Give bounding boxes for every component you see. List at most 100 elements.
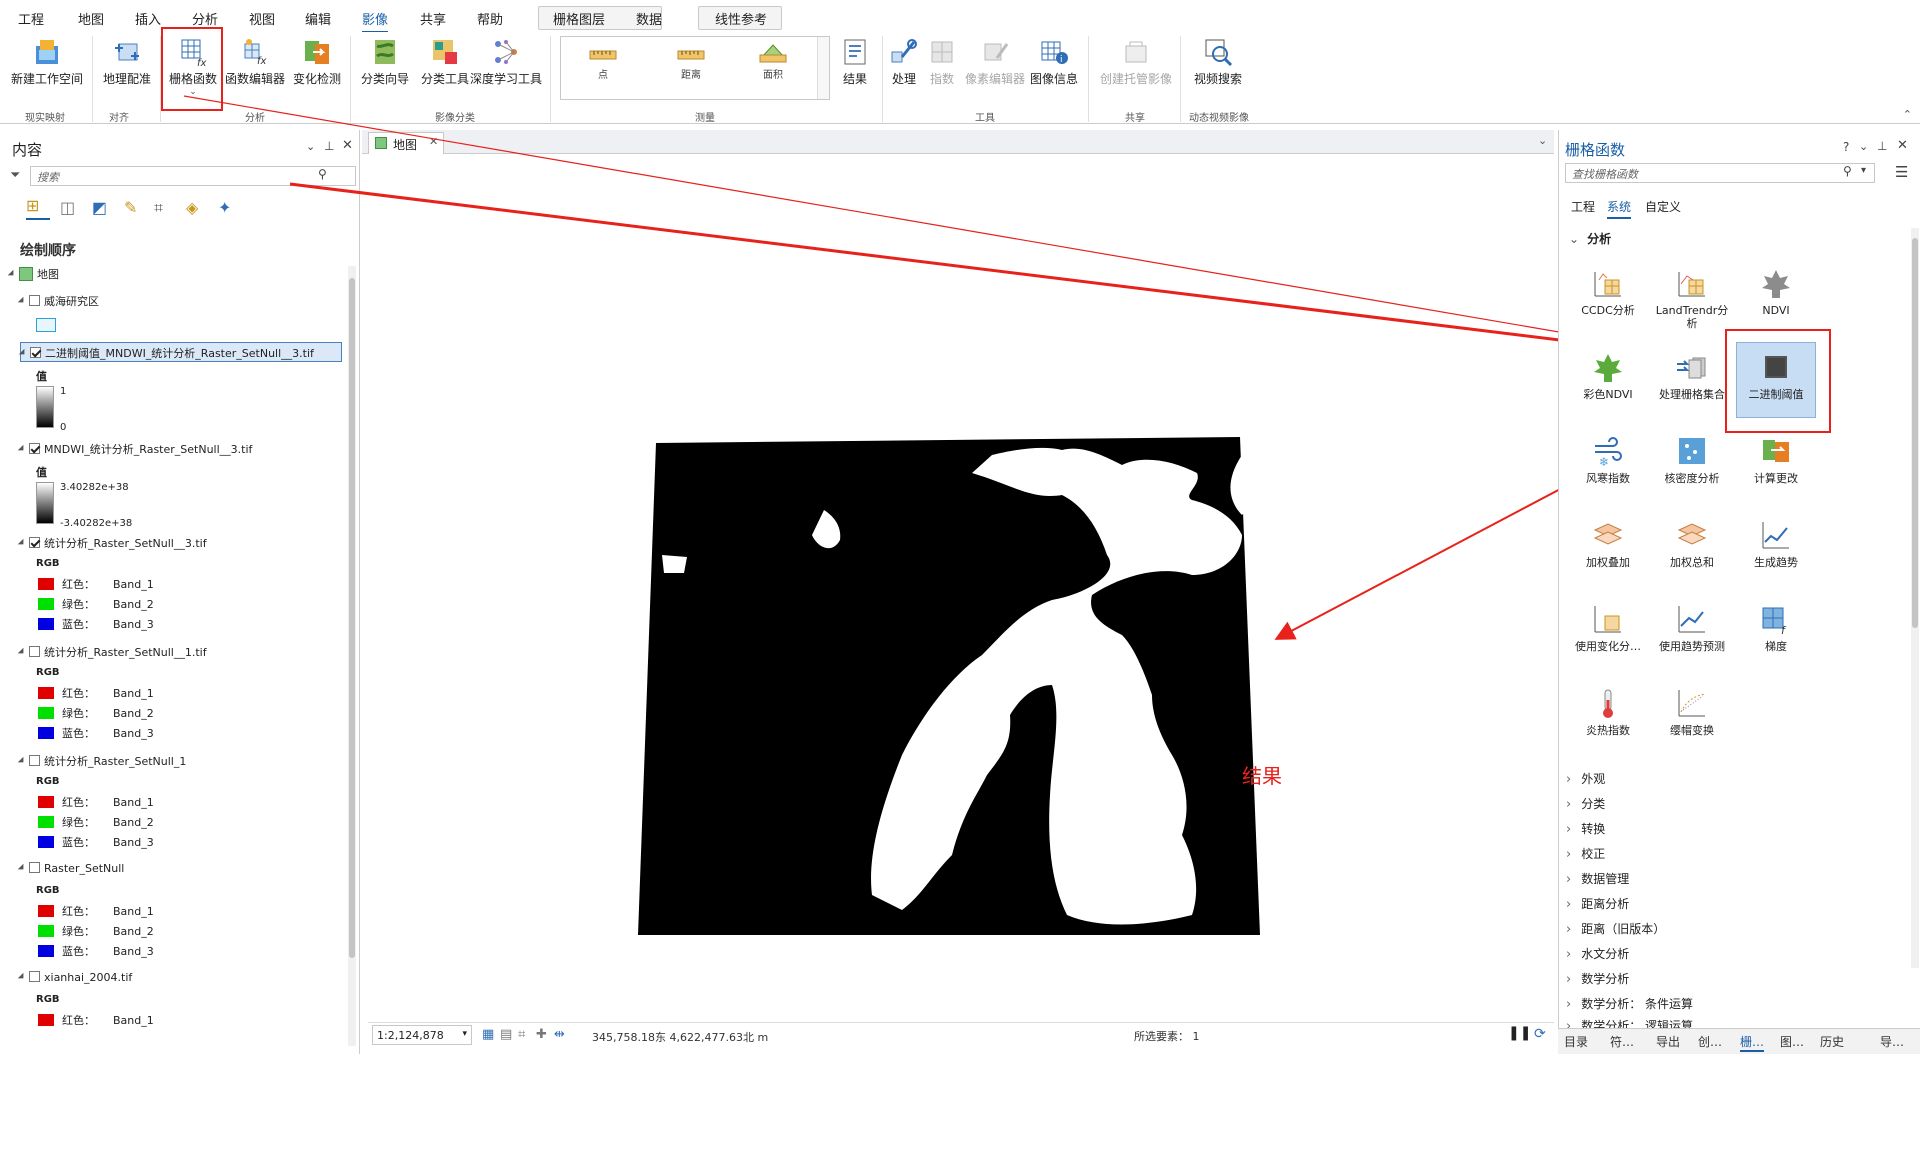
pin-icon[interactable]: ⊥ bbox=[324, 139, 334, 153]
layer-visibility-checkbox[interactable] bbox=[29, 646, 40, 657]
function-landtrendr[interactable]: LandTrendr分析 bbox=[1652, 266, 1732, 330]
gallery-area[interactable]: 面积 bbox=[743, 43, 803, 81]
category-distance-analysis[interactable]: 距离分析 bbox=[1566, 895, 1629, 912]
constraints-icon[interactable]: ⇹ bbox=[554, 1027, 565, 1042]
help-icon[interactable]: ? bbox=[1843, 140, 1849, 154]
scrollbar-thumb[interactable] bbox=[349, 278, 355, 958]
grid-view-icon[interactable]: ▦ bbox=[482, 1027, 494, 1042]
tab-view[interactable]: 视图 bbox=[249, 9, 275, 28]
category-hydrology[interactable]: 水文分析 bbox=[1566, 945, 1629, 962]
new-workspace-button[interactable]: 新建工作空间 bbox=[8, 34, 86, 100]
layer-row[interactable]: 威海研究区 bbox=[17, 293, 99, 309]
function-ccdc[interactable]: CCDC分析 bbox=[1568, 266, 1648, 317]
layer-row[interactable]: xianhai_2004.tif bbox=[17, 971, 132, 984]
function-ndvi[interactable]: NDVI bbox=[1736, 266, 1816, 317]
function-gradient[interactable]: f 梯度 bbox=[1736, 602, 1816, 653]
contents-scrollbar[interactable] bbox=[348, 266, 356, 1046]
snapping-icon[interactable]: ⌗ bbox=[154, 198, 163, 218]
category-classification[interactable]: 分类 bbox=[1566, 795, 1605, 812]
layer-row[interactable]: 统计分析_Raster_SetNull_1 bbox=[17, 753, 186, 769]
pixel-editor-button[interactable]: 像素编辑器 bbox=[962, 34, 1028, 100]
category-math-logical[interactable]: 数学分析： 逻辑运算 bbox=[1566, 1017, 1693, 1028]
section-analysis[interactable]: ⌄ 分析 bbox=[1569, 230, 1611, 247]
subtab-project[interactable]: 工程 bbox=[1571, 198, 1595, 215]
dock-tab-export[interactable]: 导出 bbox=[1656, 1033, 1680, 1050]
subtab-custom[interactable]: 自定义 bbox=[1645, 198, 1681, 215]
layer-row[interactable]: 统计分析_Raster_SetNull__1.tif bbox=[17, 644, 207, 660]
tab-imagery[interactable]: 影像 bbox=[362, 9, 389, 33]
tab-share[interactable]: 共享 bbox=[420, 9, 446, 28]
layer-visibility-checkbox[interactable] bbox=[29, 537, 40, 548]
dock-tab-graphics[interactable]: 图… bbox=[1780, 1033, 1804, 1050]
process-button[interactable]: 处理 bbox=[884, 34, 924, 100]
dock-tab-history[interactable]: 历史 bbox=[1820, 1033, 1844, 1050]
close-icon[interactable]: ✕ bbox=[1897, 138, 1908, 153]
close-icon[interactable]: ✕ bbox=[342, 138, 353, 153]
function-change-analysis[interactable]: 使用变化分… bbox=[1568, 602, 1648, 653]
tab-raster-layer[interactable]: 栅格图层 bbox=[553, 9, 605, 28]
tab-help[interactable]: 帮助 bbox=[477, 9, 503, 28]
function-weighted-sum[interactable]: 加权总和 bbox=[1652, 518, 1732, 569]
gallery-scroll[interactable] bbox=[817, 37, 829, 99]
function-weighted-overlay[interactable]: 加权叠加 bbox=[1568, 518, 1648, 569]
georeference-button[interactable]: 地理配准 bbox=[96, 34, 158, 100]
deep-learning-tools-button[interactable]: 深度学习工具 bbox=[470, 34, 542, 100]
snapping-icon[interactable]: ⌗ bbox=[518, 1027, 525, 1042]
category-math[interactable]: 数学分析 bbox=[1566, 970, 1629, 987]
function-process-raster-collection[interactable]: 处理栅格集合 bbox=[1652, 350, 1732, 401]
tab-project[interactable]: 工程 bbox=[18, 9, 44, 28]
gallery-point[interactable]: 点 bbox=[573, 43, 633, 81]
function-wind-chill[interactable]: ❄ 风寒指数 bbox=[1568, 434, 1648, 485]
collapse-ribbon-icon[interactable]: ⌃ bbox=[1903, 108, 1912, 121]
video-search-button[interactable]: 视频搜索 bbox=[1186, 34, 1250, 100]
tab-edit[interactable]: 编辑 bbox=[305, 9, 331, 28]
chevron-down-icon[interactable]: ▾ bbox=[1861, 165, 1866, 176]
menu-icon[interactable]: ☰ bbox=[1895, 163, 1908, 181]
layer-row[interactable]: 统计分析_Raster_SetNull__3.tif bbox=[17, 535, 207, 551]
function-compute-change[interactable]: 计算更改 bbox=[1736, 434, 1816, 485]
category-math-conditional[interactable]: 数学分析： 条件运算 bbox=[1566, 995, 1693, 1012]
tab-data[interactable]: 数据 bbox=[636, 9, 662, 28]
classification-tools-button[interactable]: 分类工具 bbox=[414, 34, 476, 100]
dock-tab-raster-functions[interactable]: 栅… bbox=[1740, 1033, 1765, 1052]
function-search-input[interactable]: 查找栅格函数 bbox=[1565, 163, 1875, 183]
layer-visibility-checkbox[interactable] bbox=[29, 971, 40, 982]
function-editor-button[interactable]: fx 函数编辑器 bbox=[224, 34, 286, 100]
category-correction[interactable]: 校正 bbox=[1566, 845, 1605, 862]
layer-visibility-checkbox[interactable] bbox=[29, 862, 40, 873]
raster-map-canvas[interactable] bbox=[362, 155, 1554, 1150]
change-detection-button[interactable]: 变化检测 bbox=[286, 34, 348, 100]
dock-tab-navigation[interactable]: 导… bbox=[1880, 1033, 1904, 1050]
function-heat-index[interactable]: 炎热指数 bbox=[1568, 686, 1648, 737]
classification-wizard-button[interactable]: 分类向导 bbox=[352, 34, 418, 100]
pause-icon[interactable]: ❚❚ bbox=[1508, 1025, 1531, 1041]
tab-dropdown-icon[interactable]: ⌄ bbox=[1538, 134, 1547, 147]
layer-visibility-checkbox[interactable] bbox=[29, 295, 40, 306]
perspective-icon[interactable]: ✦ bbox=[218, 198, 231, 217]
search-icon[interactable]: ⚲ bbox=[318, 167, 327, 181]
table-icon[interactable]: ▤ bbox=[500, 1027, 512, 1042]
function-binary-threshold[interactable]: 二进制阈值 bbox=[1736, 350, 1816, 401]
dock-tab-create[interactable]: 创… bbox=[1698, 1033, 1722, 1050]
function-kernel-density[interactable]: 核密度分析 bbox=[1652, 434, 1732, 485]
map-view-tab[interactable]: 地图 ✕ bbox=[368, 132, 444, 154]
pane-menu-icon[interactable]: ⌄ bbox=[306, 140, 315, 153]
image-info-button[interactable]: i 图像信息 bbox=[1026, 34, 1082, 100]
layer-visibility-checkbox[interactable] bbox=[29, 443, 40, 454]
tab-map[interactable]: 地图 bbox=[78, 9, 104, 28]
scale-selector[interactable]: 1:2,124,878 ▾ bbox=[372, 1025, 472, 1045]
functions-scrollbar[interactable] bbox=[1911, 228, 1919, 968]
tab-analysis[interactable]: 分析 bbox=[192, 9, 218, 28]
layer-visibility-checkbox[interactable] bbox=[30, 347, 41, 358]
category-appearance[interactable]: 外观 bbox=[1566, 770, 1605, 787]
source-icon[interactable]: ◫ bbox=[60, 198, 75, 217]
tab-insert[interactable]: 插入 bbox=[135, 9, 161, 28]
draw-order-icon[interactable]: ⊞ bbox=[26, 196, 50, 220]
pane-menu-icon[interactable]: ⌄ bbox=[1859, 140, 1868, 153]
layer-row-selected[interactable]: 二进制阈值_MNDWI_统计分析_Raster_SetNull__3.tif bbox=[18, 342, 342, 362]
layer-row[interactable]: Raster_SetNull bbox=[17, 862, 124, 875]
create-hosted-imagery-button[interactable]: 创建托管影像 bbox=[1094, 34, 1178, 100]
close-icon[interactable]: ✕ bbox=[429, 135, 438, 148]
filter-icon[interactable]: ⏷ bbox=[10, 168, 20, 183]
indices-button[interactable]: 指数 bbox=[922, 34, 962, 100]
